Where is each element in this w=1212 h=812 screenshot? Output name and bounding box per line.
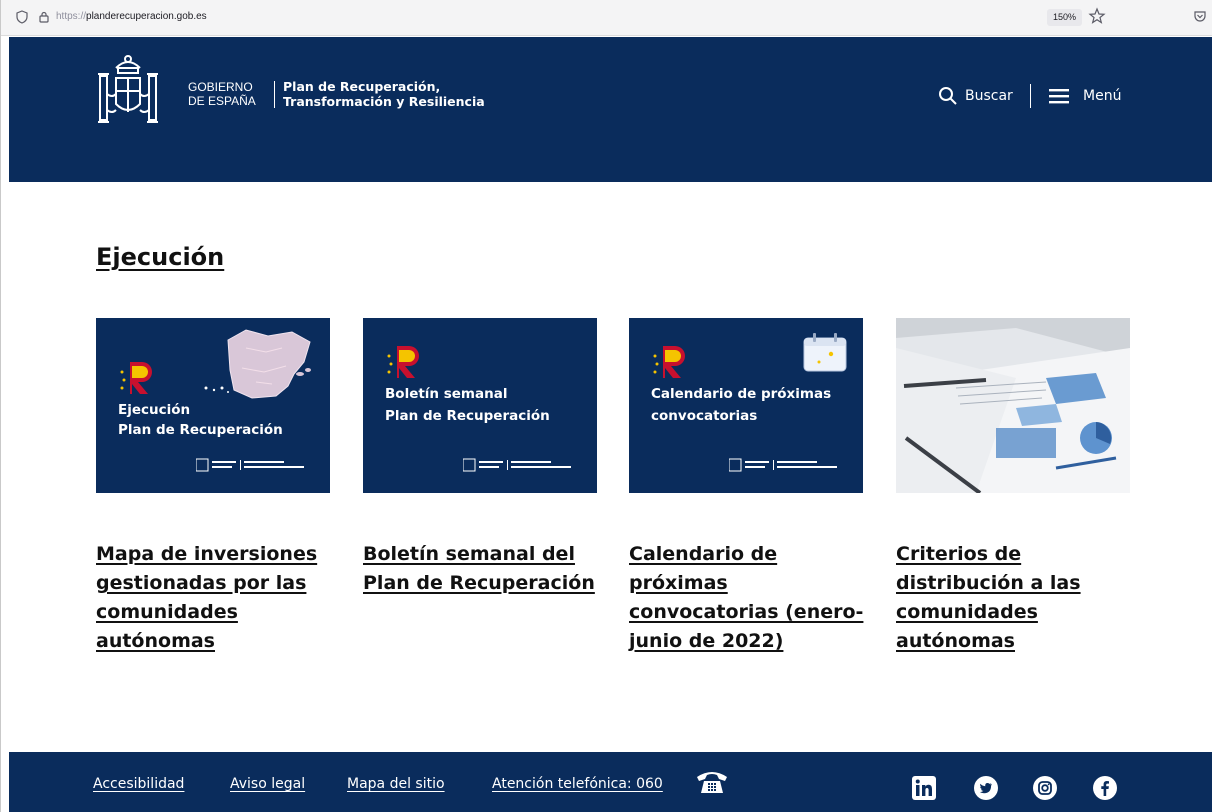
address-bar[interactable]: https://planderecuperacion.gob.es	[56, 11, 207, 22]
browser-window: https://planderecuperacion.gob.es 150% G…	[0, 0, 1212, 812]
plan-recuperacion-logo-icon	[120, 362, 152, 394]
footer-link-accesibilidad[interactable]: Accesibilidad	[93, 776, 184, 792]
browser-toolbar: https://planderecuperacion.gob.es 150%	[1, 0, 1212, 36]
gobierno-logo-small-icon	[729, 458, 837, 472]
url-protocol: https://	[56, 11, 87, 22]
search-icon	[939, 87, 957, 105]
menu-label: Menú	[1083, 88, 1122, 104]
hamburger-menu-icon	[1049, 89, 1069, 104]
bookmark-star-icon[interactable]	[1087, 6, 1107, 26]
shield-icon[interactable]	[15, 10, 29, 24]
plan-line-2: Transformación y Resiliencia	[283, 94, 485, 109]
card-image-label-1: Boletín semanal	[385, 386, 508, 402]
gobierno-line-2: DE ESPAÑA	[188, 94, 256, 108]
logo-divider	[274, 81, 275, 108]
header-divider	[1030, 84, 1031, 108]
gobierno-logo-small-icon	[196, 458, 304, 472]
plan-recuperacion-logo-icon	[653, 346, 685, 378]
search-label: Buscar	[965, 88, 1013, 104]
site-header: GOBIERNO DE ESPAÑA Plan de Recuperación,…	[9, 37, 1212, 182]
plan-recuperacion-logo-icon	[387, 346, 419, 378]
lock-icon[interactable]	[37, 10, 51, 24]
card-title-link[interactable]: Mapa de inversiones gestionadas por las …	[96, 540, 346, 656]
plan-line-1: Plan de Recuperación,	[283, 79, 441, 94]
footer-link-aviso-legal[interactable]: Aviso legal	[230, 776, 305, 792]
url-host: planderecuperacion.gob.es	[86, 11, 207, 22]
instagram-icon[interactable]	[1033, 776, 1057, 800]
card-image-ejecucion[interactable]: Ejecución Plan de Recuperación	[96, 318, 330, 493]
pocket-icon[interactable]	[1193, 9, 1207, 23]
card-title-link[interactable]: Calendario de próximas convocatorias (en…	[629, 540, 879, 656]
footer-link-mapa-sitio[interactable]: Mapa del sitio	[347, 776, 445, 792]
gobierno-line-1: GOBIERNO	[188, 80, 253, 94]
gobierno-logo-small-icon	[463, 458, 571, 472]
card-image-label-2: Plan de Recuperación	[385, 408, 550, 424]
footer-link-atencion-telefonica[interactable]: Atención telefónica: 060	[492, 776, 663, 792]
section-title: Ejecución	[96, 243, 225, 271]
coat-of-arms-icon[interactable]	[96, 54, 160, 134]
card-image-boletin[interactable]: Boletín semanal Plan de Recuperación	[363, 318, 597, 493]
calendar-icon	[803, 333, 847, 372]
plan-title-label[interactable]: Plan de Recuperación, Transformación y R…	[283, 79, 485, 109]
zoom-level-badge[interactable]: 150%	[1047, 9, 1083, 26]
search-button[interactable]: Buscar	[938, 85, 1013, 107]
gobierno-de-espana-label: GOBIERNO DE ESPAÑA	[188, 80, 256, 108]
card-image-label-2: Plan de Recuperación	[118, 422, 283, 438]
card-title-link[interactable]: Criterios de distribución a las comunida…	[896, 540, 1146, 656]
site-footer: Accesibilidad Aviso legal Mapa del sitio…	[9, 752, 1212, 812]
card-image-label-2: convocatorias	[651, 408, 758, 424]
card-title-link[interactable]: Boletín semanal del Plan de Recuperación	[363, 540, 613, 598]
card-image-label-1: Calendario de próximas	[651, 386, 832, 402]
telephone-icon	[697, 772, 727, 793]
card-image-label-1: Ejecución	[118, 402, 191, 418]
card-image-calendario[interactable]: Calendario de próximas convocatorias	[629, 318, 863, 493]
card-image-documents-photo[interactable]	[896, 318, 1130, 493]
twitter-icon[interactable]	[974, 776, 998, 800]
facebook-icon[interactable]	[1093, 776, 1117, 800]
linkedin-icon[interactable]	[912, 776, 936, 800]
documents-photo-icon	[896, 318, 1130, 493]
menu-button[interactable]: Menú	[1049, 85, 1121, 107]
